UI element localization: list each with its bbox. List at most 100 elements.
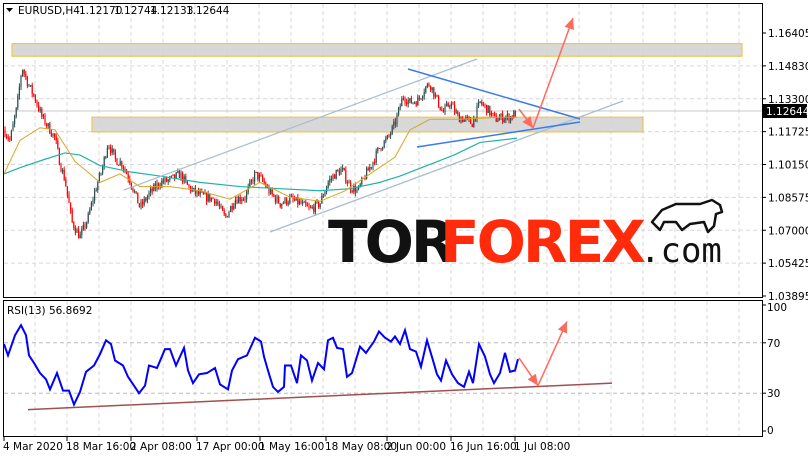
candle-bull bbox=[478, 101, 480, 106]
candle-bear bbox=[25, 73, 27, 77]
candle-bull bbox=[476, 105, 478, 120]
candle-bull bbox=[100, 173, 102, 175]
current-price-label: 1.12644 bbox=[766, 106, 808, 118]
candle-bear bbox=[58, 148, 60, 166]
candle-bear bbox=[273, 194, 275, 197]
candle-bull bbox=[460, 117, 462, 123]
candle-bull bbox=[258, 174, 260, 180]
time-tick-label: 17 Apr 00:00 bbox=[196, 441, 264, 453]
candle-bull bbox=[414, 102, 416, 104]
candle-bear bbox=[71, 210, 73, 223]
candle-bear bbox=[370, 167, 372, 169]
time-tick-label: 4 Mar 2020 bbox=[3, 441, 63, 453]
candle-bull bbox=[94, 191, 96, 201]
candle-bear bbox=[337, 170, 339, 172]
candle-bear bbox=[430, 86, 432, 90]
time-axis: 4 Mar 2020 18 Mar 16:002 Apr 08:00 17 Apr … bbox=[3, 437, 570, 453]
candle-bear bbox=[313, 207, 315, 212]
candle-bull bbox=[111, 148, 113, 153]
candle-bull bbox=[238, 197, 240, 204]
candle-bull bbox=[12, 123, 14, 131]
candle-bull bbox=[140, 202, 142, 207]
candle-bear bbox=[63, 169, 65, 181]
dropdown-triangle-icon[interactable] bbox=[6, 8, 13, 12]
candle-bear bbox=[135, 191, 137, 193]
candle-bull bbox=[47, 123, 49, 127]
candle-bull bbox=[289, 196, 291, 203]
price-tick-label: 1.11725 bbox=[768, 127, 808, 139]
candle-bull bbox=[177, 171, 179, 173]
candle-bull bbox=[503, 119, 505, 122]
candle-bull bbox=[204, 192, 206, 195]
candle-bull bbox=[391, 126, 393, 134]
logo-tor: TOR bbox=[328, 208, 455, 276]
candle-bear bbox=[209, 194, 211, 201]
candle-bear bbox=[457, 111, 459, 115]
candle-bear bbox=[447, 103, 449, 107]
rsi-tick-label: 100 bbox=[767, 302, 787, 314]
candle-bull bbox=[302, 202, 304, 204]
candle-bear bbox=[188, 184, 190, 187]
candle-bull bbox=[455, 111, 457, 113]
candle-bear bbox=[68, 194, 70, 203]
candle-bull bbox=[487, 105, 489, 114]
candle-bull bbox=[250, 180, 252, 182]
candle-bull bbox=[10, 130, 12, 140]
candle-bear bbox=[260, 174, 262, 176]
candle-bull bbox=[234, 200, 236, 206]
candle-bull bbox=[377, 148, 379, 151]
candle-bear bbox=[166, 177, 168, 182]
candle-bear bbox=[470, 118, 472, 124]
candle-bull bbox=[90, 202, 92, 210]
candle-bear bbox=[481, 101, 483, 105]
price-tick-label: 1.08575 bbox=[768, 192, 808, 204]
candle-bull bbox=[228, 211, 230, 218]
candle-bear bbox=[122, 166, 124, 169]
candle-bear bbox=[278, 196, 280, 204]
candle-bull bbox=[170, 175, 172, 178]
candle-bear bbox=[338, 170, 340, 175]
candle-bull bbox=[102, 166, 104, 174]
candle-bear bbox=[351, 190, 353, 192]
candle-bull bbox=[164, 177, 166, 183]
candle-bear bbox=[73, 222, 75, 229]
candle-bull bbox=[103, 157, 105, 167]
candle-bear bbox=[343, 167, 345, 171]
candle-bull bbox=[353, 186, 355, 192]
candle-bear bbox=[54, 133, 56, 137]
candle-bull bbox=[423, 92, 425, 97]
candle-bear bbox=[41, 108, 43, 117]
candle-bull bbox=[342, 167, 344, 170]
candle-bull bbox=[390, 133, 392, 136]
candle-bull bbox=[434, 94, 436, 97]
candle-bear bbox=[502, 113, 504, 122]
candle-bull bbox=[146, 196, 148, 201]
candle-bear bbox=[226, 216, 228, 218]
candle-bull bbox=[409, 98, 411, 101]
candle-bear bbox=[186, 180, 188, 185]
candle-bull bbox=[82, 224, 84, 230]
candle-bear bbox=[345, 170, 347, 183]
rsi-line bbox=[3, 323, 519, 408]
candle-bull bbox=[329, 179, 331, 183]
candle-bull bbox=[207, 194, 209, 202]
candle-bear bbox=[406, 102, 408, 105]
candle-bull bbox=[303, 201, 305, 203]
candle-bear bbox=[7, 137, 9, 139]
candle-bear bbox=[206, 192, 208, 202]
candle-bear bbox=[255, 171, 257, 173]
rsi-tick-label: 70 bbox=[767, 338, 780, 350]
candle-bull bbox=[366, 168, 368, 180]
candle-bear bbox=[380, 148, 382, 150]
candle-bear bbox=[60, 165, 62, 172]
candle-bear bbox=[114, 152, 116, 159]
candle-bull bbox=[97, 182, 99, 191]
candle-bull bbox=[156, 183, 158, 189]
candle-bull bbox=[324, 191, 326, 197]
candle-bear bbox=[231, 206, 233, 210]
candle-bull bbox=[22, 70, 24, 76]
candle-bear bbox=[271, 189, 273, 195]
candle-bull bbox=[196, 190, 198, 194]
candle-bear bbox=[306, 204, 308, 207]
candle-bull bbox=[340, 169, 342, 175]
